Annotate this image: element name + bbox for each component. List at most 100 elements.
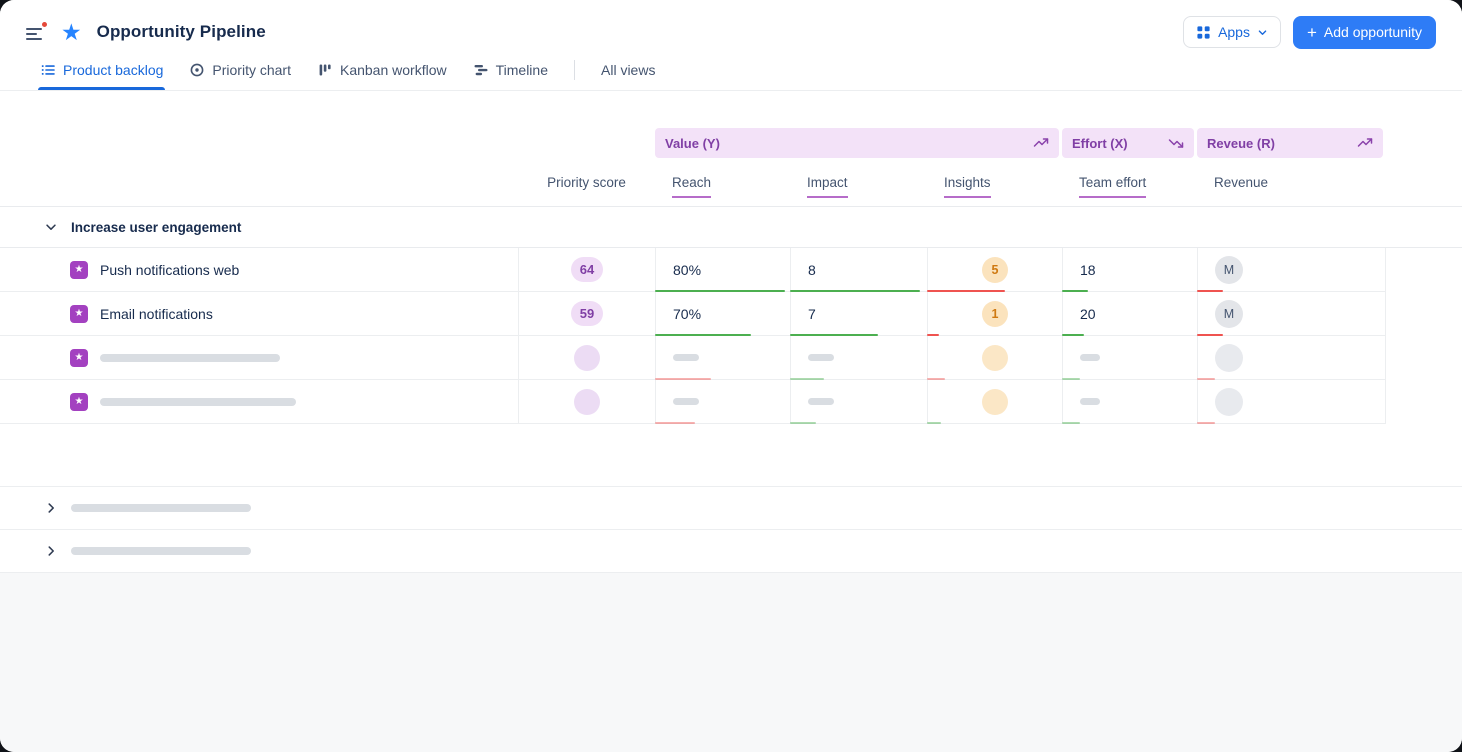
revenue-cell[interactable]: M: [1197, 248, 1386, 292]
priority-score-cell: [518, 336, 655, 380]
reach-cell: [655, 380, 790, 424]
impact-cell[interactable]: 8: [790, 248, 927, 292]
cell-trend-line: [927, 422, 941, 424]
revenue-cell: [1197, 380, 1386, 424]
team-effort-cell[interactable]: 18: [1062, 248, 1197, 292]
reach-cell[interactable]: 80%: [655, 248, 790, 292]
collapsed-group-row[interactable]: [0, 529, 1462, 572]
table-area: Value (Y) Effort (X) Reveue (R): [0, 91, 1462, 752]
sidebar-menu-button[interactable]: [26, 23, 46, 41]
opportunity-name: Push notifications web: [100, 262, 239, 278]
table-gap: [0, 424, 1462, 486]
apps-button[interactable]: Apps: [1183, 16, 1281, 48]
opportunity-star-icon: ★: [70, 261, 88, 279]
skeleton-value: [1080, 354, 1100, 361]
revenue-cell: [1197, 336, 1386, 380]
team-effort-cell[interactable]: 20: [1062, 292, 1197, 336]
insights-cell[interactable]: 1: [927, 292, 1062, 336]
tab-label: Timeline: [496, 62, 548, 78]
column-header-team-effort[interactable]: Team effort: [1062, 167, 1197, 198]
impact-cell: [790, 380, 927, 424]
skeleton-value: [1080, 398, 1100, 405]
priority-score-cell: 59: [518, 292, 655, 336]
opportunity-name-cell[interactable]: ★ Push notifications web: [0, 248, 518, 292]
revenue-cell[interactable]: M: [1197, 292, 1386, 336]
tab-product-backlog[interactable]: Product backlog: [40, 50, 163, 90]
group-row-increase-user-engagement[interactable]: Increase user engagement: [0, 206, 1462, 248]
page-title: Opportunity Pipeline: [97, 22, 266, 42]
trend-up-icon: [1357, 135, 1373, 151]
collapsed-group-row[interactable]: [0, 486, 1462, 529]
column-header-insights[interactable]: Insights: [927, 167, 1062, 198]
column-header-reach[interactable]: Reach: [655, 167, 790, 198]
opportunity-name-cell: ★: [0, 336, 518, 380]
tab-all-views[interactable]: All views: [601, 50, 655, 90]
tab-timeline[interactable]: Timeline: [473, 50, 548, 90]
skeleton-text: [100, 354, 280, 362]
kanban-icon: [317, 62, 333, 78]
skeleton-score-badge: [574, 345, 600, 371]
column-group-effort[interactable]: Effort (X): [1062, 128, 1194, 158]
app-window: ★ Opportunity Pipeline Apps + Add opport…: [0, 0, 1462, 752]
priority-score-badge: 59: [571, 301, 603, 326]
chevron-right-icon: [44, 501, 58, 515]
chevron-right-icon: [44, 544, 58, 558]
tab-label: All views: [601, 62, 655, 78]
skeleton-value: [673, 354, 699, 361]
tab-kanban-workflow[interactable]: Kanban workflow: [317, 50, 447, 90]
column-header-row: Priority score Reach Impact Insights Tea…: [0, 158, 1386, 206]
add-opportunity-label: Add opportunity: [1324, 24, 1422, 40]
opportunity-star-icon: ★: [70, 393, 88, 411]
skeleton-value: [808, 354, 834, 361]
team-effort-cell: [1062, 380, 1197, 424]
priority-score-cell: [518, 380, 655, 424]
plus-icon: +: [1307, 24, 1317, 41]
skeleton-insights-badge: [982, 389, 1008, 415]
target-icon: [189, 62, 205, 78]
cell-trend-line: [790, 422, 816, 424]
revenue-badge: M: [1215, 256, 1243, 284]
skeleton-value: [808, 398, 834, 405]
table-row[interactable]: ★ Push notifications web 64 80% 8 5 18: [0, 248, 1386, 292]
apps-button-label: Apps: [1218, 24, 1250, 40]
skeleton-revenue-badge: [1215, 388, 1243, 416]
tab-priority-chart[interactable]: Priority chart: [189, 50, 291, 90]
opportunity-star-icon: ★: [70, 305, 88, 323]
revenue-badge: M: [1215, 300, 1243, 328]
opportunity-star-icon: ★: [70, 349, 88, 367]
insights-cell: [927, 336, 1062, 380]
workspace-star-icon: ★: [61, 21, 82, 44]
impact-cell[interactable]: 7: [790, 292, 927, 336]
column-header-priority-score[interactable]: Priority score: [518, 175, 655, 190]
skeleton-score-badge: [574, 389, 600, 415]
impact-cell: [790, 336, 927, 380]
column-group-label: Effort (X): [1072, 136, 1128, 151]
table-row-loading[interactable]: ★: [0, 336, 1386, 380]
column-header-revenue[interactable]: Revenue: [1197, 175, 1386, 190]
chevron-down-icon: [44, 220, 58, 234]
band-spacer: [0, 128, 655, 158]
team-effort-cell: [1062, 336, 1197, 380]
priority-score-badge: 64: [571, 257, 603, 282]
opportunity-name-cell[interactable]: ★ Email notifications: [0, 292, 518, 336]
view-tabs: Product backlog Priority chart Kanban wo…: [0, 50, 1462, 90]
add-opportunity-button[interactable]: + Add opportunity: [1293, 16, 1436, 49]
skeleton-revenue-badge: [1215, 344, 1243, 372]
reach-cell[interactable]: 70%: [655, 292, 790, 336]
insights-cell[interactable]: 5: [927, 248, 1062, 292]
header-right: Apps + Add opportunity: [1183, 16, 1436, 49]
trend-down-icon: [1168, 135, 1184, 151]
opportunity-name: Email notifications: [100, 306, 213, 322]
table-row[interactable]: ★ Email notifications 59 70% 7 1 20: [0, 292, 1386, 336]
hamburger-icon: [26, 28, 42, 30]
empty-background-area: [0, 572, 1462, 752]
column-group-value[interactable]: Value (Y): [655, 128, 1059, 158]
timeline-icon: [473, 62, 489, 78]
opportunity-name-cell: ★: [0, 380, 518, 424]
column-group-label: Value (Y): [665, 136, 720, 151]
column-group-revenue[interactable]: Reveue (R): [1197, 128, 1383, 158]
column-header-impact[interactable]: Impact: [790, 167, 927, 198]
column-group-label: Reveue (R): [1207, 136, 1275, 151]
skeleton-insights-badge: [982, 345, 1008, 371]
table-row-loading[interactable]: ★: [0, 380, 1386, 424]
